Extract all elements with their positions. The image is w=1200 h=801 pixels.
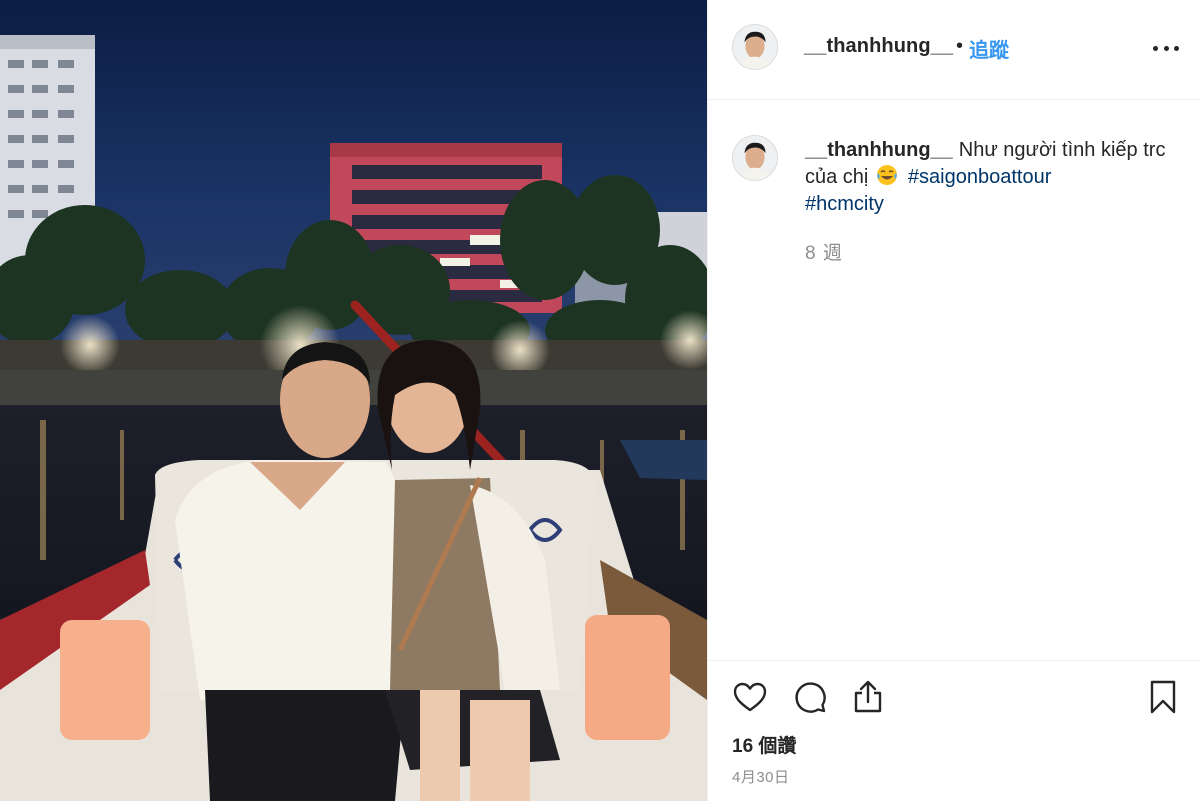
hashtag-link[interactable]: #saigonboattour <box>908 166 1051 188</box>
comment-time-ago[interactable]: 8 週 <box>805 238 843 265</box>
more-dot <box>1163 45 1169 51</box>
caption-username[interactable]: __thanhhung__ <box>805 139 953 161</box>
header-separator: • <box>956 35 964 57</box>
author-avatar[interactable] <box>732 24 778 70</box>
comment-bubble-icon[interactable] <box>792 679 828 715</box>
caption-avatar[interactable] <box>732 135 778 181</box>
author-username[interactable]: __thanhhung__ <box>804 35 953 58</box>
heart-icon[interactable] <box>732 679 768 715</box>
bookmark-icon[interactable] <box>1145 679 1181 715</box>
more-options-icon[interactable] <box>1153 38 1179 58</box>
likes-count[interactable]: 16 個讚 <box>732 731 796 758</box>
instagram-post: __thanhhung__ • 追蹤 __thanhhung__ Như ngườ… <box>0 0 1200 801</box>
tears-of-joy-emoji-icon <box>876 164 898 186</box>
post-photo[interactable] <box>0 0 707 801</box>
more-dot <box>1174 45 1179 51</box>
post-actions: 16 個讚 4月30日 <box>708 660 1200 801</box>
share-icon[interactable] <box>850 679 886 715</box>
caption-text: __thanhhung__ Như người tình kiếp trc của… <box>805 137 1175 218</box>
hashtag-link[interactable]: #hcmcity <box>805 193 884 215</box>
avatar-image <box>733 136 777 180</box>
post-header: __thanhhung__ • 追蹤 <box>708 0 1200 100</box>
night-boat-photo <box>0 0 707 801</box>
post-side-panel: __thanhhung__ • 追蹤 __thanhhung__ Như ngườ… <box>707 0 1200 801</box>
post-date[interactable]: 4月30日 <box>732 766 790 787</box>
follow-button[interactable]: 追蹤 <box>969 34 1009 63</box>
more-dot <box>1153 45 1158 51</box>
avatar-image <box>733 25 777 69</box>
